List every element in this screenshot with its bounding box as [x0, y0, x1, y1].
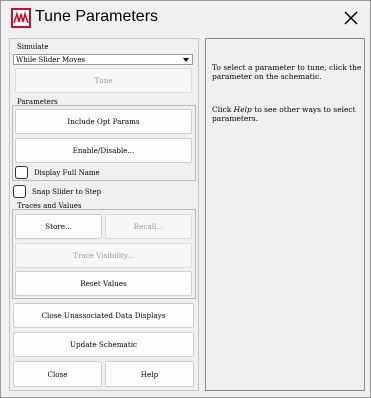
simulate-mode-value: While Slider Moves [16, 55, 86, 64]
simulate-label: Simulate [17, 43, 49, 51]
reset-values-button[interactable]: Reset Values [15, 271, 192, 296]
enable-disable-button[interactable]: Enable/Disable... [15, 138, 192, 163]
window-title: Tune Parameters [35, 8, 159, 25]
simulate-mode-select[interactable]: While Slider Moves [13, 54, 193, 65]
help-button[interactable]: Help [105, 361, 194, 387]
help-text-select: To select a parameter to tune, click the… [212, 63, 362, 82]
close-icon[interactable] [341, 8, 361, 28]
help-text-prefix: Click [212, 105, 234, 114]
close-unassociated-displays-button[interactable]: Close Unassociated Data Displays [13, 303, 194, 328]
include-opt-params-button[interactable]: Include Opt Params [15, 109, 192, 134]
tune-button[interactable]: Tune [15, 68, 192, 93]
recall-button[interactable]: Recall... [105, 214, 192, 239]
title-bar: Tune Parameters [1, 1, 370, 35]
help-text-panel [205, 38, 365, 391]
tune-parameters-window: Tune Parameters Simulate While Slider Mo… [0, 0, 371, 398]
snap-slider-label: Snap Slider to Step [32, 188, 102, 196]
help-text-emphasis: Help [233, 105, 252, 114]
close-button[interactable]: Close [13, 361, 102, 387]
store-button[interactable]: Store... [15, 214, 102, 239]
app-icon [11, 8, 31, 28]
display-full-name-label: Display Full Name [34, 169, 100, 177]
help-text-more: Click Help to see other ways to select p… [212, 105, 367, 124]
snap-slider-checkbox[interactable] [13, 185, 26, 198]
trace-visibility-button[interactable]: Trace Visibility... [15, 243, 192, 268]
display-full-name-checkbox[interactable] [15, 166, 28, 179]
update-schematic-button[interactable]: Update Schematic [13, 332, 194, 357]
chevron-down-icon [183, 58, 189, 62]
